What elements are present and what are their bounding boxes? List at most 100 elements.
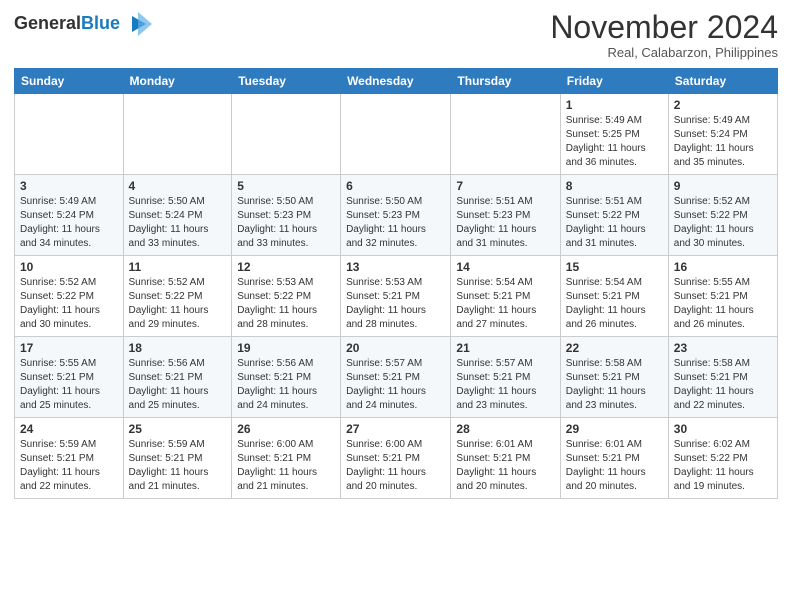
day-number: 19 <box>237 341 335 355</box>
day-info: Sunrise: 5:57 AM Sunset: 5:21 PM Dayligh… <box>346 357 445 413</box>
calendar-cell: 21 Sunrise: 5:57 AM Sunset: 5:21 PM Dayli… <box>451 337 560 418</box>
day-info: Sunrise: 5:49 AM Sunset: 5:24 PM Dayligh… <box>674 114 772 170</box>
day-number: 28 <box>456 422 554 436</box>
calendar-cell: 10 Sunrise: 5:52 AM Sunset: 5:22 PM Dayli… <box>15 256 124 337</box>
day-info: Sunrise: 6:00 AM Sunset: 5:21 PM Dayligh… <box>346 438 445 494</box>
day-number: 10 <box>20 260 118 274</box>
calendar-cell <box>232 94 341 175</box>
col-header-thursday: Thursday <box>451 69 560 94</box>
calendar-cell: 19 Sunrise: 5:56 AM Sunset: 5:21 PM Dayli… <box>232 337 341 418</box>
day-number: 26 <box>237 422 335 436</box>
day-number: 20 <box>346 341 445 355</box>
day-number: 29 <box>566 422 663 436</box>
header: GeneralBlue November 2024 Real, Calabarz… <box>14 10 778 60</box>
calendar-cell: 28Sunrise: 6:01 AM Sunset: 5:21 PM Dayli… <box>451 418 560 499</box>
day-number: 30 <box>674 422 772 436</box>
col-header-friday: Friday <box>560 69 668 94</box>
day-number: 2 <box>674 98 772 112</box>
col-header-tuesday: Tuesday <box>232 69 341 94</box>
calendar-cell: 24Sunrise: 5:59 AM Sunset: 5:21 PM Dayli… <box>15 418 124 499</box>
day-number: 6 <box>346 179 445 193</box>
day-info: Sunrise: 5:54 AM Sunset: 5:21 PM Dayligh… <box>566 276 663 332</box>
calendar-cell: 3 Sunrise: 5:49 AM Sunset: 5:24 PM Daylig… <box>15 175 124 256</box>
calendar-table: SundayMondayTuesdayWednesdayThursdayFrid… <box>14 68 778 499</box>
day-info: Sunrise: 5:58 AM Sunset: 5:21 PM Dayligh… <box>674 357 772 413</box>
day-info: Sunrise: 6:01 AM Sunset: 5:21 PM Dayligh… <box>566 438 663 494</box>
day-info: Sunrise: 5:56 AM Sunset: 5:21 PM Dayligh… <box>129 357 227 413</box>
day-info: Sunrise: 5:50 AM Sunset: 5:24 PM Dayligh… <box>129 195 227 251</box>
day-info: Sunrise: 5:56 AM Sunset: 5:21 PM Dayligh… <box>237 357 335 413</box>
day-number: 7 <box>456 179 554 193</box>
day-info: Sunrise: 6:00 AM Sunset: 5:21 PM Dayligh… <box>237 438 335 494</box>
day-info: Sunrise: 5:49 AM Sunset: 5:24 PM Dayligh… <box>20 195 118 251</box>
day-number: 22 <box>566 341 663 355</box>
day-info: Sunrise: 5:51 AM Sunset: 5:23 PM Dayligh… <box>456 195 554 251</box>
calendar-cell: 26 Sunrise: 6:00 AM Sunset: 5:21 PM Dayli… <box>232 418 341 499</box>
day-number: 23 <box>674 341 772 355</box>
day-info: Sunrise: 5:53 AM Sunset: 5:22 PM Dayligh… <box>237 276 335 332</box>
day-info: Sunrise: 5:53 AM Sunset: 5:21 PM Dayligh… <box>346 276 445 332</box>
calendar-cell: 14 Sunrise: 5:54 AM Sunset: 5:21 PM Dayli… <box>451 256 560 337</box>
day-info: Sunrise: 5:50 AM Sunset: 5:23 PM Dayligh… <box>237 195 335 251</box>
day-info: Sunrise: 5:50 AM Sunset: 5:23 PM Dayligh… <box>346 195 445 251</box>
calendar-cell: 9Sunrise: 5:52 AM Sunset: 5:22 PM Daylig… <box>668 175 777 256</box>
logo: GeneralBlue <box>14 10 152 38</box>
col-header-saturday: Saturday <box>668 69 777 94</box>
week-row-3: 10 Sunrise: 5:52 AM Sunset: 5:22 PM Dayli… <box>15 256 778 337</box>
col-header-monday: Monday <box>123 69 232 94</box>
day-info: Sunrise: 6:02 AM Sunset: 5:22 PM Dayligh… <box>674 438 772 494</box>
calendar-cell: 6 Sunrise: 5:50 AM Sunset: 5:23 PM Daylig… <box>341 175 451 256</box>
calendar-cell: 30 Sunrise: 6:02 AM Sunset: 5:22 PM Dayli… <box>668 418 777 499</box>
week-row-5: 24Sunrise: 5:59 AM Sunset: 5:21 PM Dayli… <box>15 418 778 499</box>
day-info: Sunrise: 5:55 AM Sunset: 5:21 PM Dayligh… <box>20 357 118 413</box>
logo-general: General <box>14 13 81 33</box>
month-title: November 2024 <box>550 10 778 45</box>
day-info: Sunrise: 5:55 AM Sunset: 5:21 PM Dayligh… <box>674 276 772 332</box>
day-number: 18 <box>129 341 227 355</box>
day-number: 11 <box>129 260 227 274</box>
calendar-cell <box>15 94 124 175</box>
calendar-cell: 16Sunrise: 5:55 AM Sunset: 5:21 PM Dayli… <box>668 256 777 337</box>
day-number: 13 <box>346 260 445 274</box>
calendar-cell: 20 Sunrise: 5:57 AM Sunset: 5:21 PM Dayli… <box>341 337 451 418</box>
logo-text: GeneralBlue <box>14 14 120 34</box>
day-info: Sunrise: 5:59 AM Sunset: 5:21 PM Dayligh… <box>129 438 227 494</box>
calendar-cell <box>341 94 451 175</box>
day-number: 1 <box>566 98 663 112</box>
day-info: Sunrise: 5:52 AM Sunset: 5:22 PM Dayligh… <box>20 276 118 332</box>
col-header-sunday: Sunday <box>15 69 124 94</box>
day-number: 4 <box>129 179 227 193</box>
calendar-cell: 29 Sunrise: 6:01 AM Sunset: 5:21 PM Dayli… <box>560 418 668 499</box>
day-info: Sunrise: 5:59 AM Sunset: 5:21 PM Dayligh… <box>20 438 118 494</box>
day-number: 21 <box>456 341 554 355</box>
calendar-cell: 7 Sunrise: 5:51 AM Sunset: 5:23 PM Daylig… <box>451 175 560 256</box>
day-number: 3 <box>20 179 118 193</box>
col-header-wednesday: Wednesday <box>341 69 451 94</box>
calendar-cell: 13 Sunrise: 5:53 AM Sunset: 5:21 PM Dayli… <box>341 256 451 337</box>
week-row-2: 3 Sunrise: 5:49 AM Sunset: 5:24 PM Daylig… <box>15 175 778 256</box>
day-number: 12 <box>237 260 335 274</box>
calendar-cell: 11 Sunrise: 5:52 AM Sunset: 5:22 PM Dayli… <box>123 256 232 337</box>
day-info: Sunrise: 5:54 AM Sunset: 5:21 PM Dayligh… <box>456 276 554 332</box>
calendar-cell: 8Sunrise: 5:51 AM Sunset: 5:22 PM Daylig… <box>560 175 668 256</box>
calendar-cell: 1Sunrise: 5:49 AM Sunset: 5:25 PM Daylig… <box>560 94 668 175</box>
day-info: Sunrise: 5:51 AM Sunset: 5:22 PM Dayligh… <box>566 195 663 251</box>
calendar-cell <box>123 94 232 175</box>
day-number: 14 <box>456 260 554 274</box>
calendar-cell <box>451 94 560 175</box>
day-info: Sunrise: 5:57 AM Sunset: 5:21 PM Dayligh… <box>456 357 554 413</box>
calendar-cell: 2 Sunrise: 5:49 AM Sunset: 5:24 PM Daylig… <box>668 94 777 175</box>
day-number: 25 <box>129 422 227 436</box>
calendar-cell: 23 Sunrise: 5:58 AM Sunset: 5:21 PM Dayli… <box>668 337 777 418</box>
day-info: Sunrise: 5:52 AM Sunset: 5:22 PM Dayligh… <box>129 276 227 332</box>
header-row: SundayMondayTuesdayWednesdayThursdayFrid… <box>15 69 778 94</box>
calendar-cell: 17 Sunrise: 5:55 AM Sunset: 5:21 PM Dayli… <box>15 337 124 418</box>
day-number: 5 <box>237 179 335 193</box>
day-number: 17 <box>20 341 118 355</box>
week-row-4: 17 Sunrise: 5:55 AM Sunset: 5:21 PM Dayli… <box>15 337 778 418</box>
week-row-1: 1Sunrise: 5:49 AM Sunset: 5:25 PM Daylig… <box>15 94 778 175</box>
calendar-cell: 15Sunrise: 5:54 AM Sunset: 5:21 PM Dayli… <box>560 256 668 337</box>
calendar-cell: 25 Sunrise: 5:59 AM Sunset: 5:21 PM Dayli… <box>123 418 232 499</box>
calendar-cell: 4 Sunrise: 5:50 AM Sunset: 5:24 PM Daylig… <box>123 175 232 256</box>
calendar-cell: 5 Sunrise: 5:50 AM Sunset: 5:23 PM Daylig… <box>232 175 341 256</box>
